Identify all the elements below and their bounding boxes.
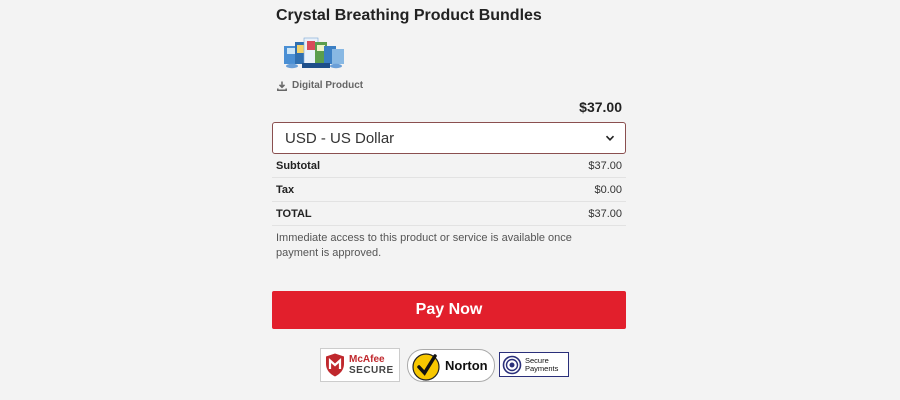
summary-amount: $37.00 bbox=[588, 159, 622, 172]
product-title: Crystal Breathing Product Bundles bbox=[276, 7, 542, 24]
summary-label: TOTAL bbox=[276, 207, 312, 220]
mcafee-text: McAfee bbox=[349, 354, 385, 365]
currency-select[interactable]: USD - US Dollar bbox=[272, 122, 626, 154]
summary-amount: $37.00 bbox=[588, 207, 622, 220]
access-note: Immediate access to this product or serv… bbox=[276, 232, 572, 259]
download-icon bbox=[277, 81, 287, 91]
summary-label: Subtotal bbox=[276, 159, 320, 172]
currency-selected-value: USD - US Dollar bbox=[285, 129, 395, 147]
order-summary: Subtotal $37.00 Tax $0.00 TOTAL $37.00 bbox=[272, 154, 626, 226]
secure-payments-icon bbox=[502, 355, 522, 374]
product-type-text: Digital Product bbox=[292, 80, 364, 91]
summary-row-subtotal: Subtotal $37.00 bbox=[272, 154, 626, 178]
mcafee-secure-text: SECURE bbox=[349, 365, 394, 376]
product-price: $37.00 bbox=[579, 99, 622, 115]
secure-payments-badge: Secure Payments bbox=[499, 352, 569, 377]
product-bundle-image bbox=[284, 37, 344, 69]
mcafee-shield-icon bbox=[326, 353, 344, 377]
norton-badge: Norton bbox=[407, 349, 495, 382]
norton-text: Norton bbox=[445, 358, 488, 373]
summary-amount: $0.00 bbox=[594, 183, 622, 196]
summary-row-total: TOTAL $37.00 bbox=[272, 202, 626, 226]
pay-now-button[interactable]: Pay Now bbox=[272, 291, 626, 329]
norton-check-icon bbox=[412, 352, 440, 381]
payments-text: Payments bbox=[525, 363, 559, 373]
digital-product-label: Digital Product bbox=[277, 80, 363, 91]
trust-badges: McAfee SECURE Norton Secure Payments bbox=[0, 348, 900, 384]
chevron-down-icon bbox=[605, 135, 615, 141]
summary-row-tax: Tax $0.00 bbox=[272, 178, 626, 202]
summary-label: Tax bbox=[276, 183, 295, 196]
mcafee-secure-badge: McAfee SECURE bbox=[320, 348, 400, 382]
